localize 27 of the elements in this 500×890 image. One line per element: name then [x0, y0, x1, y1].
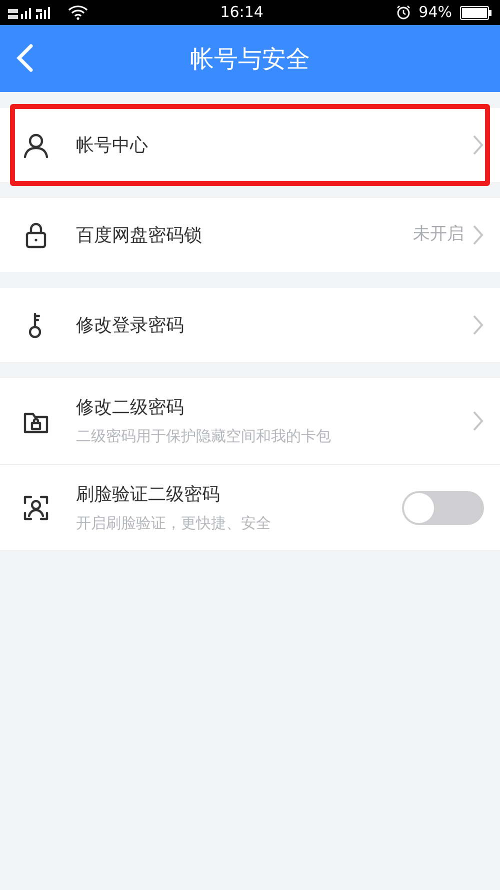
row-title: 百度网盘密码锁 [76, 224, 203, 248]
settings-row[interactable]: 帐号中心 [0, 108, 500, 182]
settings-row[interactable]: 刷脸验证二级密码 开启刷脸验证，更快捷、安全 [0, 464, 500, 550]
person-icon [22, 131, 50, 159]
toggle-switch[interactable] [402, 490, 484, 524]
back-button[interactable] [14, 43, 36, 73]
wifi-icon [68, 5, 88, 20]
row-title: 修改登录密码 [76, 314, 185, 338]
clock-time: 16:14 [219, 2, 264, 24]
row-description: 二级密码用于保护隐藏空间和我的卡包 [76, 426, 332, 448]
chevron-right-icon [472, 314, 484, 336]
settings-row[interactable]: 修改二级密码 二级密码用于保护隐藏空间和我的卡包 [0, 378, 500, 464]
row-title: 刷脸验证二级密码 [76, 482, 221, 507]
chevron-right-icon [472, 134, 484, 156]
row-description: 开启刷脸验证，更快捷、安全 [76, 512, 272, 534]
battery-icon [460, 6, 492, 20]
chevron-right-icon [472, 410, 484, 432]
status-value: 未开启 [413, 223, 464, 246]
battery-percent: 94% [418, 2, 452, 24]
chevron-right-icon [472, 224, 484, 246]
face-scan-icon [22, 494, 50, 522]
alarm-icon [396, 5, 411, 20]
row-title: 帐号中心 [76, 134, 149, 158]
page-title: 帐号与安全 [190, 44, 310, 74]
settings-row[interactable]: 修改登录密码 [0, 288, 500, 362]
row-title: 修改二级密码 [76, 396, 185, 420]
settings-row[interactable]: 百度网盘密码锁 未开启 [0, 198, 500, 272]
